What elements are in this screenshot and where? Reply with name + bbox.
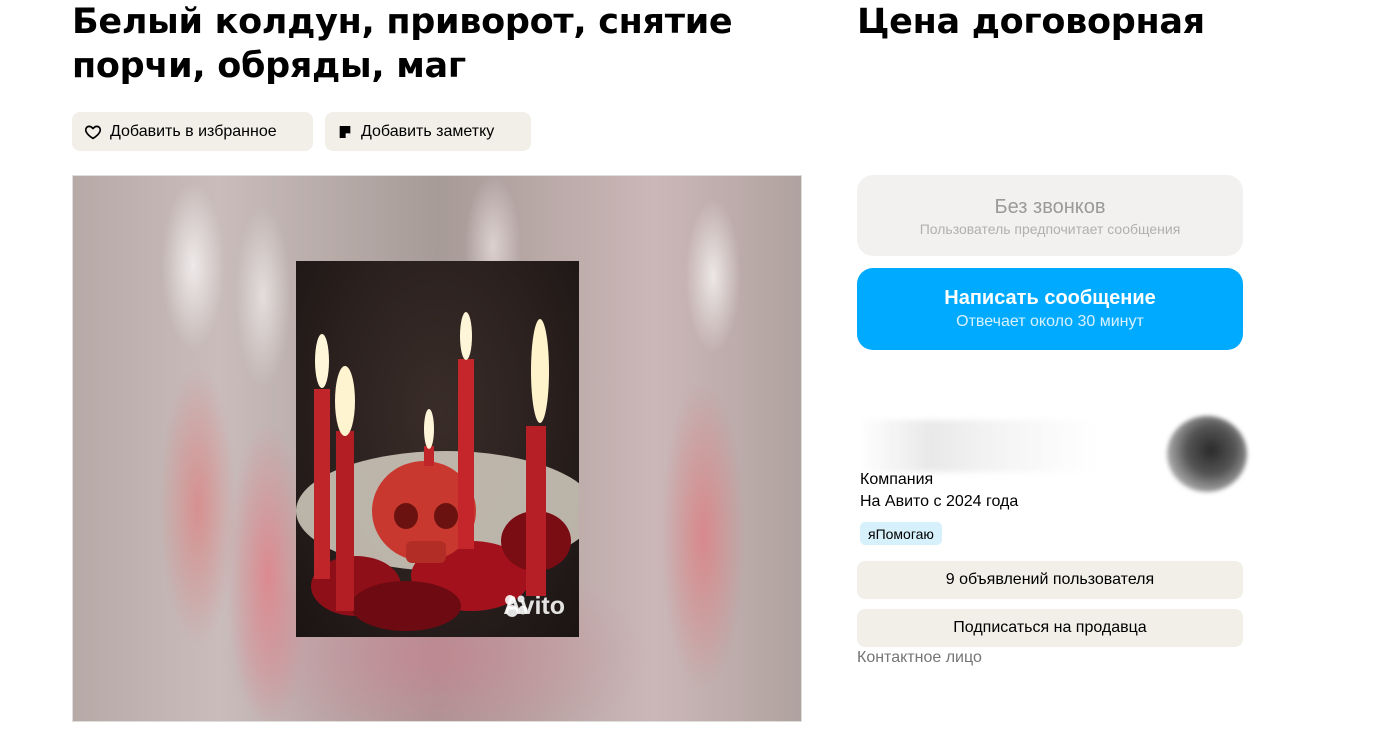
photo-gallery[interactable]: Avito	[72, 175, 802, 722]
listing-photo[interactable]: Avito	[296, 261, 579, 637]
seller-ads-button[interactable]: 9 объявлений пользователя	[857, 561, 1243, 599]
seller-badge[interactable]: яПомогаю	[860, 522, 942, 545]
write-message-label: Написать сообщение	[944, 287, 1156, 309]
add-to-favorites-label: Добавить в избранное	[110, 122, 277, 140]
contact-person-label: Контактное лицо	[857, 649, 982, 666]
add-to-favorites-button[interactable]: Добавить в избранное	[72, 112, 313, 151]
heart-icon	[84, 123, 102, 141]
seller-avatar[interactable]	[1167, 416, 1247, 492]
listing-price: Цена договорная	[857, 2, 1205, 42]
seller-name-blurred[interactable]	[858, 420, 1098, 472]
reply-time-label: Отвечает около 30 минут	[956, 313, 1144, 330]
no-calls-notice: Без звонков Пользователь предпочитает со…	[857, 175, 1243, 256]
add-note-label: Добавить заметку	[361, 122, 495, 140]
avito-watermark: Avito	[503, 592, 565, 621]
subscribe-seller-button[interactable]: Подписаться на продавца	[857, 609, 1243, 647]
listing-title: Белый колдун, приворот, снятие порчи, об…	[72, 2, 733, 86]
seller-since: На Авито с 2024 года	[860, 493, 1019, 510]
write-message-button[interactable]: Написать сообщение Отвечает около 30 мин…	[857, 268, 1243, 350]
add-note-button[interactable]: Добавить заметку	[325, 112, 531, 151]
no-calls-title: Без звонков	[994, 195, 1106, 218]
no-calls-subtitle: Пользователь предпочитает сообщения	[919, 220, 1181, 237]
seller-type: Компания	[860, 471, 934, 488]
note-icon	[337, 124, 353, 140]
